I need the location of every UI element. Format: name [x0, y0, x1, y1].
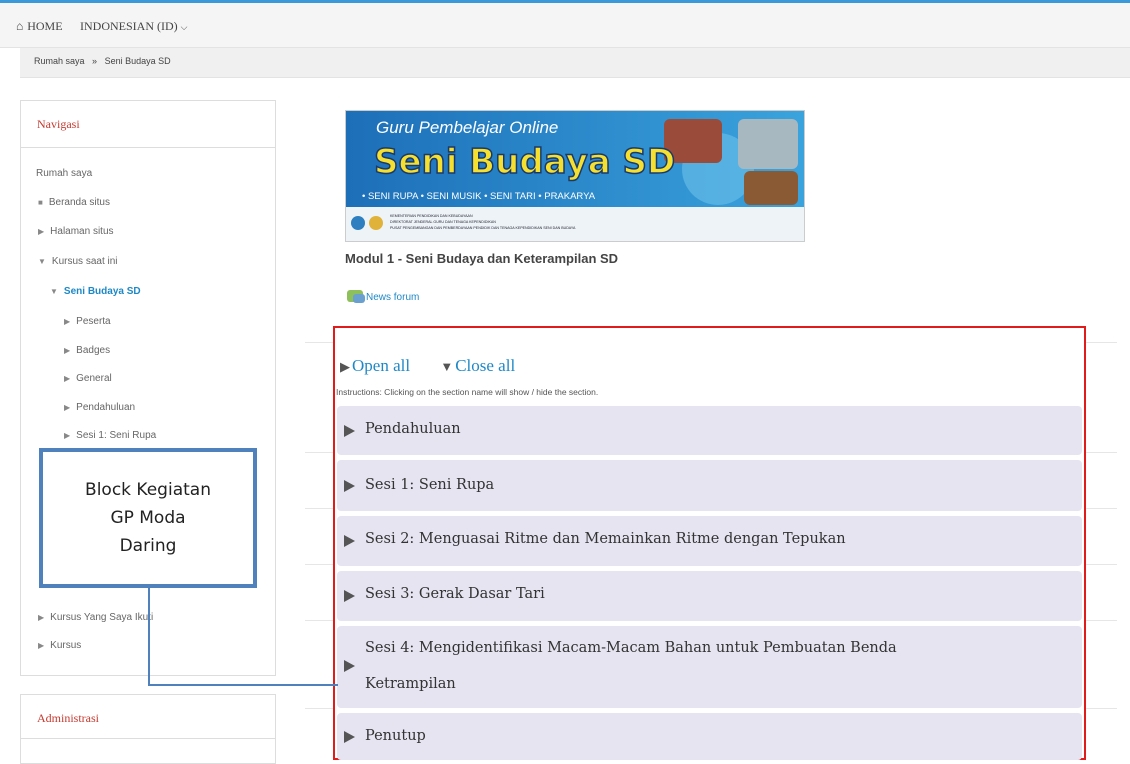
- breadcrumb-item-course[interactable]: Seni Budaya SD: [105, 56, 171, 66]
- nav-item-pendahuluan[interactable]: ▶ Pendahuluan: [64, 402, 135, 413]
- collapsed-arrow-icon: ▶: [64, 317, 71, 326]
- banner-big-title: Seni Budaya SD: [374, 142, 675, 182]
- banner-top-line: Guru Pembelajar Online: [376, 118, 558, 137]
- collapsed-arrow-icon: ▶: [64, 374, 71, 383]
- section-sesi-2[interactable]: Sesi 2: Menguasai Ritme dan Memainkan Ri…: [337, 516, 1082, 566]
- ministry-seal: [369, 216, 383, 230]
- bullet-icon: ■: [38, 198, 43, 207]
- collapsed-arrow-icon: [344, 731, 355, 743]
- expanded-arrow-icon: ▼: [50, 287, 58, 296]
- expanded-arrow-icon: ▼: [38, 257, 46, 266]
- collapsed-arrow-icon: ▶: [38, 227, 45, 236]
- section-toggles: ▶ Open all ▼ Close all: [340, 356, 515, 376]
- nav-item-kursus[interactable]: ▶ Kursus: [38, 640, 81, 651]
- close-all-button[interactable]: ▼ Close all: [440, 356, 515, 375]
- nav-item-beranda-situs[interactable]: ■ Beranda situs: [38, 197, 110, 208]
- open-all-button[interactable]: ▶ Open all: [340, 356, 410, 375]
- breadcrumb: Rumah saya » Seni Budaya SD: [20, 48, 1130, 78]
- nav-item-general[interactable]: ▶ General: [64, 373, 112, 384]
- collapsed-arrow-icon: [344, 660, 355, 672]
- section-sesi-1[interactable]: Sesi 1: Seni Rupa: [337, 460, 1082, 511]
- collapsed-arrow-icon: [344, 590, 355, 602]
- play-icon: ▶: [340, 359, 350, 374]
- collapsed-arrow-icon: [344, 425, 355, 437]
- nav-item-halaman-situs[interactable]: ▶ Halaman situs: [38, 226, 114, 237]
- navigation-title: Navigasi: [37, 117, 80, 131]
- administration-title: Administrasi: [37, 711, 99, 725]
- collapsed-arrow-icon: ▶: [64, 346, 71, 355]
- triangle-down-icon: ▼: [440, 359, 454, 374]
- nav-item-kursus-saat-ini[interactable]: ▼ Kursus saat ini: [38, 256, 118, 267]
- collapsed-arrow-icon: [344, 535, 355, 547]
- home-link[interactable]: ⌂ HOME: [16, 19, 63, 34]
- nav-item-badges[interactable]: ▶ Badges: [64, 345, 110, 356]
- nav-item-kursus-yang-saya-ikuti[interactable]: ▶ Kursus Yang Saya Ikuti: [38, 612, 153, 623]
- section-sesi-4[interactable]: Sesi 4: Mengidentifikasi Macam-Macam Bah…: [337, 626, 1082, 708]
- home-icon: ⌂: [16, 19, 24, 33]
- collapsed-arrow-icon: [344, 480, 355, 492]
- forum-icon: [347, 290, 365, 303]
- breadcrumb-item-home[interactable]: Rumah saya: [34, 56, 85, 66]
- news-forum-link[interactable]: News forum: [347, 290, 419, 303]
- banner-tags: • SENI RUPA • SENI MUSIK • SENI TARI • P…: [362, 191, 596, 202]
- language-menu[interactable]: INDONESIAN (ID) ⌵: [80, 19, 187, 34]
- banner-image: Guru Pembelajar Online Seni Budaya SD • …: [346, 111, 804, 241]
- nav-item-rumah-saya[interactable]: Rumah saya: [36, 168, 92, 179]
- module-title: Modul 1 - Seni Budaya dan Keterampilan S…: [345, 251, 619, 266]
- breadcrumb-separator: »: [92, 56, 98, 66]
- craft-photo: [738, 119, 798, 169]
- navigation-header: Navigasi: [21, 101, 275, 148]
- banner-agency-3: PUSAT PENGEMBANGAN DAN PEMBERDAYAAN PEND…: [390, 226, 576, 230]
- course-banner: Guru Pembelajar Online Seni Budaya SD • …: [345, 110, 805, 242]
- section-penutup[interactable]: Penutup: [337, 713, 1082, 760]
- section-sesi-3[interactable]: Sesi 3: Gerak Dasar Tari: [337, 571, 1082, 621]
- administration-block: Administrasi: [20, 694, 276, 764]
- nav-item-peserta[interactable]: ▶ Peserta: [64, 316, 111, 327]
- performer-photo: [744, 171, 798, 205]
- collapsed-arrow-icon: ▶: [38, 641, 45, 650]
- banner-agency-2: DIREKTORAT JENDERAL GURU DAN TENAGA KEPE…: [390, 220, 496, 224]
- collapsed-arrow-icon: ▶: [64, 431, 71, 440]
- top-navbar: ⌂ HOME INDONESIAN (ID) ⌵: [0, 0, 1130, 48]
- section-pendahuluan[interactable]: Pendahuluan: [337, 406, 1082, 455]
- instructions-text: Instructions: Clicking on the section na…: [336, 387, 599, 397]
- collapsed-arrow-icon: ▶: [38, 613, 45, 622]
- collapsed-arrow-icon: ▶: [64, 403, 71, 412]
- nav-item-seni-budaya-sd[interactable]: ▼ Seni Budaya SD: [50, 286, 141, 297]
- nav-item-sesi-1[interactable]: ▶ Sesi 1: Seni Rupa: [64, 430, 156, 441]
- banner-agency-1: KEMENTERIAN PENDIDIKAN DAN KEBUDAYAAN: [390, 214, 473, 218]
- annotation-callout: Block Kegiatan GP Moda Daring: [39, 448, 257, 588]
- chevron-down-icon: ⌵: [180, 22, 188, 32]
- callout-connector-line: [148, 588, 338, 686]
- kemdikbud-logo: [351, 216, 365, 230]
